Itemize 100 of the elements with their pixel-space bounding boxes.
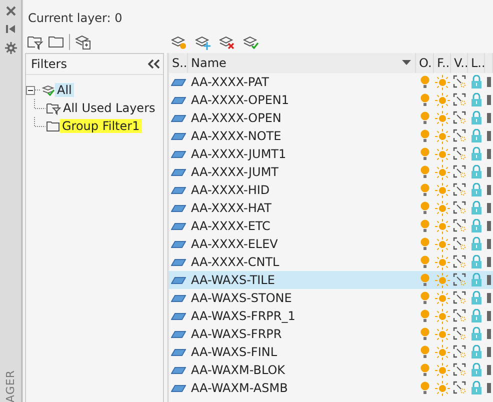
color-swatch-icon[interactable] [487,329,491,339]
light-bulb-icon[interactable] [420,201,430,215]
layer-row[interactable]: AA-WAXS-TILE [169,271,493,289]
light-bulb-icon[interactable] [420,363,430,377]
lock-icon[interactable] [471,309,482,323]
settings-icon[interactable] [4,42,16,54]
light-bulb-icon[interactable] [420,381,430,395]
layer-row[interactable]: AA-XXXX-OPEN [169,109,493,127]
lock-icon[interactable] [471,345,482,359]
viewport-freeze-icon[interactable] [452,201,466,215]
new-layer-frozen-icon[interactable] [195,34,211,50]
lock-icon[interactable] [471,255,482,269]
column-header[interactable]: V.. [451,53,468,73]
viewport-freeze-icon[interactable] [452,309,466,323]
filter-tree-item[interactable]: All [55,83,74,97]
viewport-freeze-icon[interactable] [452,363,466,377]
layer-row[interactable]: AA-WAXS-FRPR_1 [169,307,493,325]
viewport-freeze-icon[interactable] [452,255,466,269]
layer-row[interactable]: AA-XXXX-OPEN1 [169,91,493,109]
new-layer-icon[interactable] [171,34,187,50]
column-header[interactable]: O.. [416,53,434,73]
lock-icon[interactable] [471,381,482,395]
column-header[interactable]: L.. [468,53,485,73]
lock-icon[interactable] [471,363,482,377]
color-swatch-icon[interactable] [487,257,491,267]
lock-icon[interactable] [471,291,482,305]
viewport-freeze-icon[interactable] [452,183,466,197]
lock-icon[interactable] [471,219,482,233]
color-swatch-icon[interactable] [487,131,491,141]
layer-row[interactable]: AA-XXXX-ETC [169,217,493,235]
filter-tree-item[interactable]: Group Filter1 [60,119,142,133]
lock-icon[interactable] [471,165,482,179]
lock-icon[interactable] [471,273,482,287]
viewport-freeze-icon[interactable] [452,381,466,395]
light-bulb-icon[interactable] [420,273,430,287]
layer-row[interactable]: AA-XXXX-JUMT1 [169,145,493,163]
color-swatch-icon[interactable] [487,77,491,87]
layer-row[interactable]: AA-XXXX-HAT [169,199,493,217]
lock-icon[interactable] [471,237,482,251]
collapse-icon[interactable] [26,86,35,94]
light-bulb-icon[interactable] [420,147,430,161]
layer-states-icon[interactable] [75,34,91,50]
viewport-freeze-icon[interactable] [452,219,466,233]
color-swatch-icon[interactable] [487,347,491,357]
lock-icon[interactable] [471,201,482,215]
color-swatch-icon[interactable] [487,275,491,285]
layer-row[interactable]: AA-WAXS-FRPR [169,325,493,343]
light-bulb-icon[interactable] [420,111,430,125]
lock-icon[interactable] [471,327,482,341]
color-swatch-icon[interactable] [487,203,491,213]
layer-row[interactable]: AA-XXXX-JUMT [169,163,493,181]
color-swatch-icon[interactable] [487,185,491,195]
lock-icon[interactable] [471,129,482,143]
new-property-filter-icon[interactable] [27,34,43,50]
color-swatch-icon[interactable] [487,113,491,123]
layer-row[interactable]: AA-WAXS-STONE [169,289,493,307]
layer-row[interactable]: AA-XXXX-NOTE [169,127,493,145]
color-swatch-icon[interactable] [487,311,491,321]
viewport-freeze-icon[interactable] [452,345,466,359]
light-bulb-icon[interactable] [420,219,430,233]
color-swatch-icon[interactable] [487,383,491,393]
column-header[interactable]: S.. [169,53,188,73]
light-bulb-icon[interactable] [420,93,430,107]
light-bulb-icon[interactable] [420,255,430,269]
color-swatch-icon[interactable] [487,149,491,159]
delete-layer-icon[interactable] [219,34,235,50]
color-swatch-icon[interactable] [487,95,491,105]
viewport-freeze-icon[interactable] [452,273,466,287]
lock-icon[interactable] [471,111,482,125]
column-header[interactable]: Name [188,53,416,73]
color-swatch-icon[interactable] [487,221,491,231]
layer-row[interactable]: AA-XXXX-PAT [169,73,493,91]
light-bulb-icon[interactable] [420,183,430,197]
viewport-freeze-icon[interactable] [452,291,466,305]
color-swatch-icon[interactable] [487,167,491,177]
layer-row[interactable]: AA-WAXM-BLOK [169,361,493,379]
light-bulb-icon[interactable] [420,129,430,143]
light-bulb-icon[interactable] [420,165,430,179]
light-bulb-icon[interactable] [420,309,430,323]
light-bulb-icon[interactable] [420,327,430,341]
new-group-filter-icon[interactable] [48,34,64,50]
close-icon[interactable] [6,6,16,16]
color-swatch-icon[interactable] [487,293,491,303]
viewport-freeze-icon[interactable] [452,75,466,89]
lock-icon[interactable] [471,93,482,107]
collapse-panel-icon[interactable] [148,59,160,69]
layer-row[interactable]: AA-WAXM-ASMB [169,379,493,397]
light-bulb-icon[interactable] [420,75,430,89]
viewport-freeze-icon[interactable] [452,327,466,341]
color-swatch-icon[interactable] [487,239,491,249]
viewport-freeze-icon[interactable] [452,93,466,107]
layer-row[interactable]: AA-XXXX-CNTL [169,253,493,271]
sort-caret-icon[interactable] [402,60,411,66]
viewport-freeze-icon[interactable] [452,147,466,161]
layer-row[interactable]: AA-WAXS-FINL [169,343,493,361]
light-bulb-icon[interactable] [420,345,430,359]
column-header[interactable]: F.. [434,53,451,73]
viewport-freeze-icon[interactable] [452,111,466,125]
layer-row[interactable]: AA-XXXX-HID [169,181,493,199]
viewport-freeze-icon[interactable] [452,129,466,143]
